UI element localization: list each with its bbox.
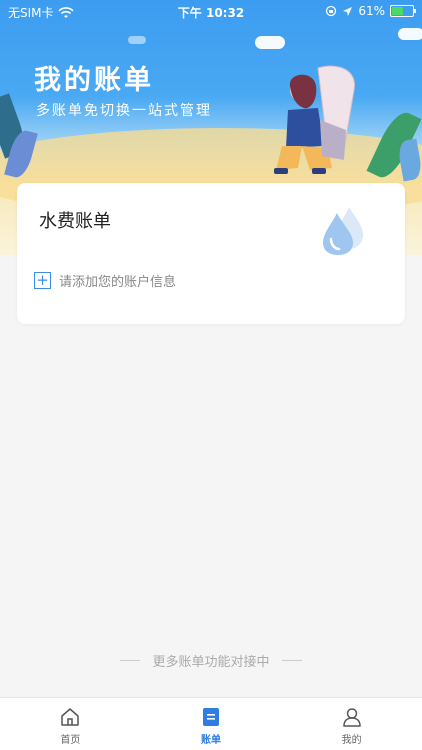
tab-bar: 首页 账单 我的 <box>0 697 422 750</box>
status-bar: 无SIM卡 下午 10:32 61% <box>0 0 422 22</box>
divider-line <box>120 660 141 661</box>
bill-card-title: 水费账单 <box>39 211 111 232</box>
cloud-decoration <box>255 36 285 49</box>
tab-mine[interactable]: 我的 <box>281 698 422 750</box>
tab-bill-label: 账单 <box>201 735 221 746</box>
tab-mine-label: 我的 <box>341 735 362 746</box>
orientation-lock-icon <box>326 5 337 17</box>
location-icon <box>343 6 353 16</box>
footer-note-text: 更多账单功能对接中 <box>152 655 270 670</box>
add-account-label: 请添加您的账户信息 <box>59 275 177 290</box>
tab-bill[interactable]: 账单 <box>141 698 282 750</box>
tab-home-label: 首页 <box>60 735 81 746</box>
add-account-button[interactable]: + 请添加您的账户信息 <box>34 271 176 290</box>
reading-woman-illustration <box>274 65 355 174</box>
footer-note: 更多账单功能对接中 <box>0 651 422 670</box>
cloud-decoration <box>128 36 146 44</box>
home-icon <box>61 708 80 726</box>
divider-line <box>281 660 302 661</box>
header-title: 我的账单 <box>34 65 154 96</box>
cloud-decoration <box>398 28 422 40</box>
user-icon <box>342 708 361 727</box>
battery-percent: 61% <box>358 4 385 18</box>
bill-icon <box>203 708 219 726</box>
tab-home[interactable]: 首页 <box>0 698 141 750</box>
battery-fill <box>392 7 403 15</box>
plus-icon: + <box>34 272 51 289</box>
battery-icon <box>390 5 416 17</box>
water-bill-card[interactable]: 水费账单 + 请添加您的账户信息 <box>17 183 405 324</box>
header-subtitle: 多账单免切换一站式管理 <box>36 103 212 119</box>
water-drop-icon <box>323 207 363 255</box>
